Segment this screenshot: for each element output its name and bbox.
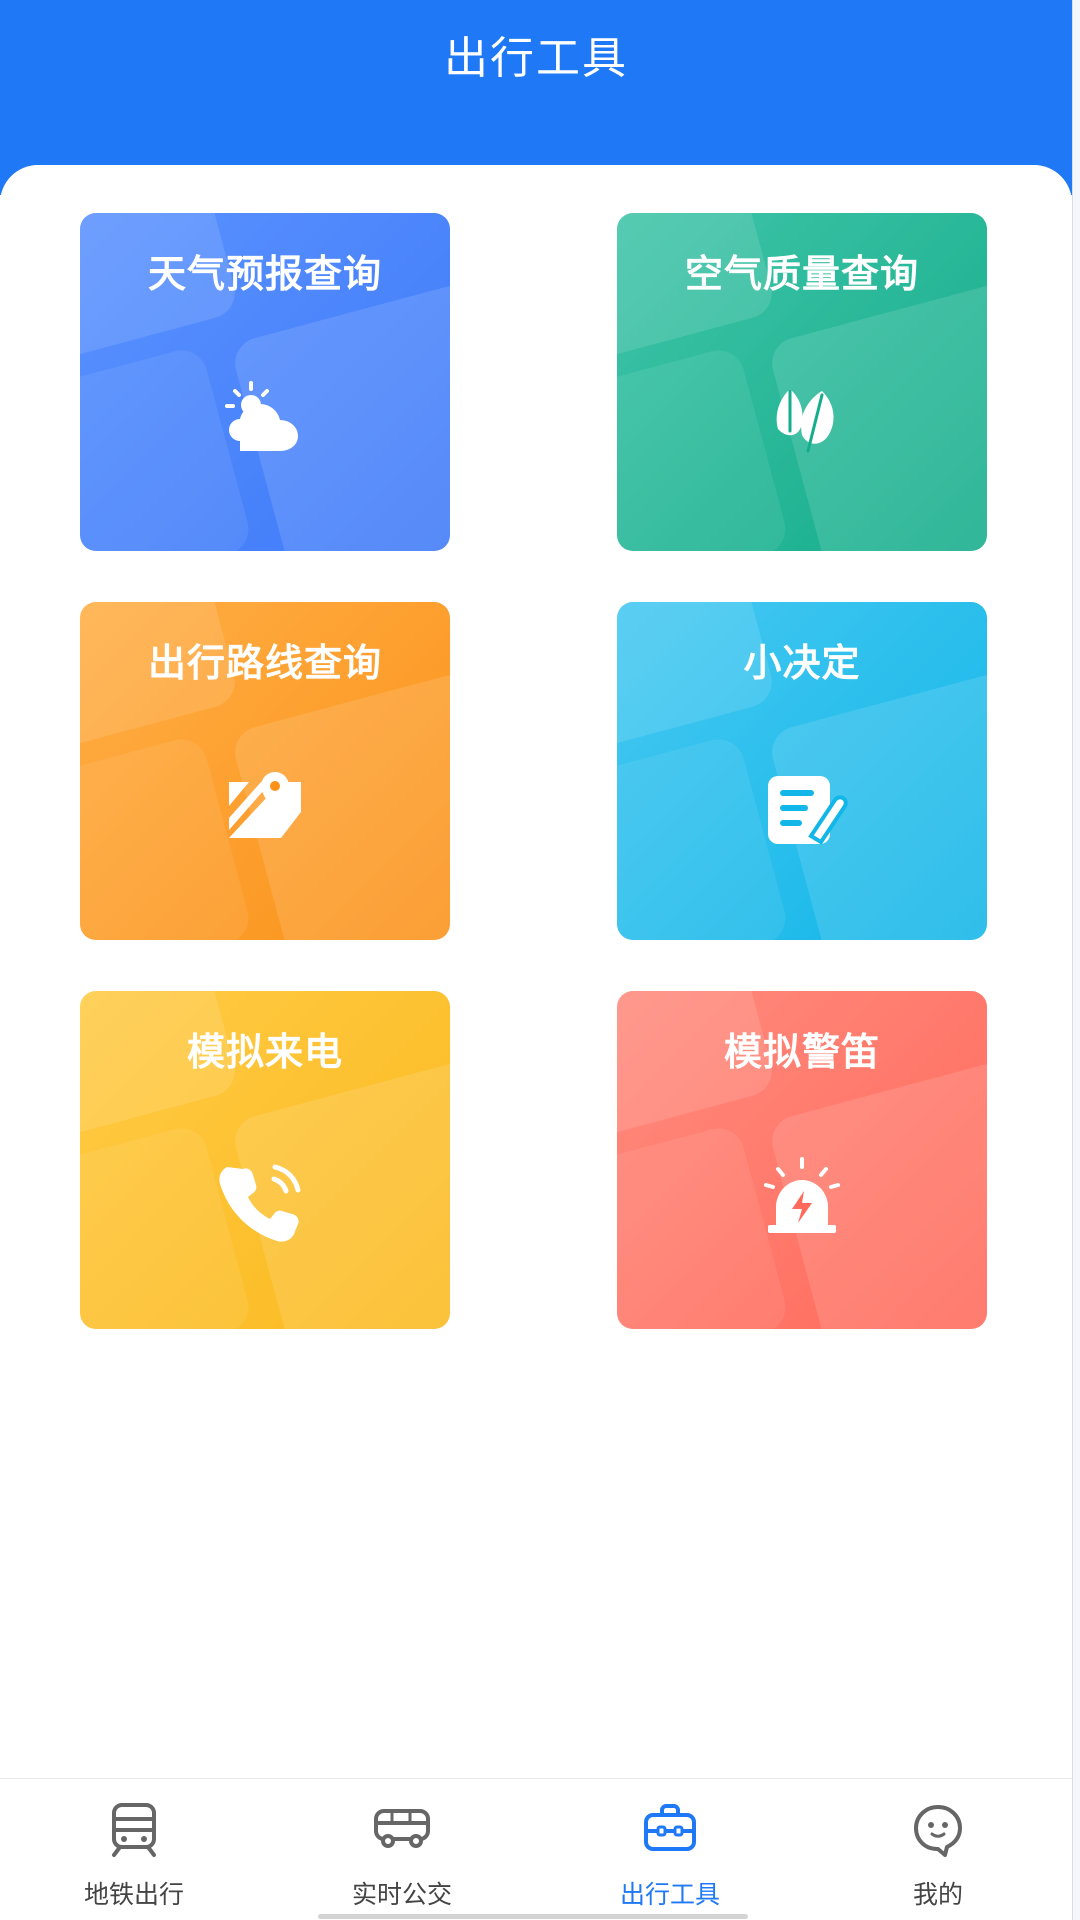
tab-bus[interactable]: 实时公交 [268,1779,536,1920]
tools-panel: 天气预报查询 空气质量查询 出行路线查询 小决定 模拟来电 模拟警笛 [0,165,1072,1785]
alarm-siren-icon [764,1157,840,1233]
window-edge [1072,0,1080,1920]
tile-label: 小决定 [743,641,861,685]
phone-ringing-icon [219,1164,301,1242]
tab-subway[interactable]: 地铁出行 [0,1779,268,1920]
map-pin-icon [229,772,301,838]
app-screen: 出行工具 天气预报查询 空气质量查询 出行路线查询 小决定 模拟来电 模拟警笛 … [0,0,1072,1920]
tab-label: 我的 [912,1880,963,1909]
tile-label: 空气质量查询 [684,252,919,296]
tab-profile[interactable]: 我的 [804,1779,1072,1920]
tile-mock-siren[interactable]: 模拟警笛 [617,991,987,1329]
tile-label: 天气预报查询 [147,252,382,296]
tile-mock-call[interactable]: 模拟来电 [80,991,450,1329]
bottom-tab-bar: 地铁出行 实时公交 出行工具 我的 [0,1778,1072,1920]
tile-label: 模拟警笛 [723,1030,880,1074]
home-indicator [318,1914,748,1919]
tab-travel-tools[interactable]: 出行工具 [536,1779,804,1920]
leaf-icon [776,389,834,453]
note-edit-icon [768,776,848,845]
tab-label: 出行工具 [619,1880,720,1909]
toolbox-icon [644,1804,696,1851]
page-title: 出行工具 [444,33,628,84]
bus-icon [374,1809,430,1848]
weather-icon [225,381,298,451]
tile-label: 出行路线查询 [147,641,382,685]
tile-air-quality[interactable]: 空气质量查询 [617,213,987,551]
tile-small-decision[interactable]: 小决定 [617,602,987,940]
profile-icon [914,1805,962,1857]
subway-icon [112,1803,156,1857]
tab-label: 实时公交 [351,1880,452,1909]
tab-label: 地铁出行 [83,1880,184,1909]
tile-label: 模拟来电 [186,1030,343,1074]
tile-weather-forecast[interactable]: 天气预报查询 [80,213,450,551]
tile-route-query[interactable]: 出行路线查询 [80,602,450,940]
